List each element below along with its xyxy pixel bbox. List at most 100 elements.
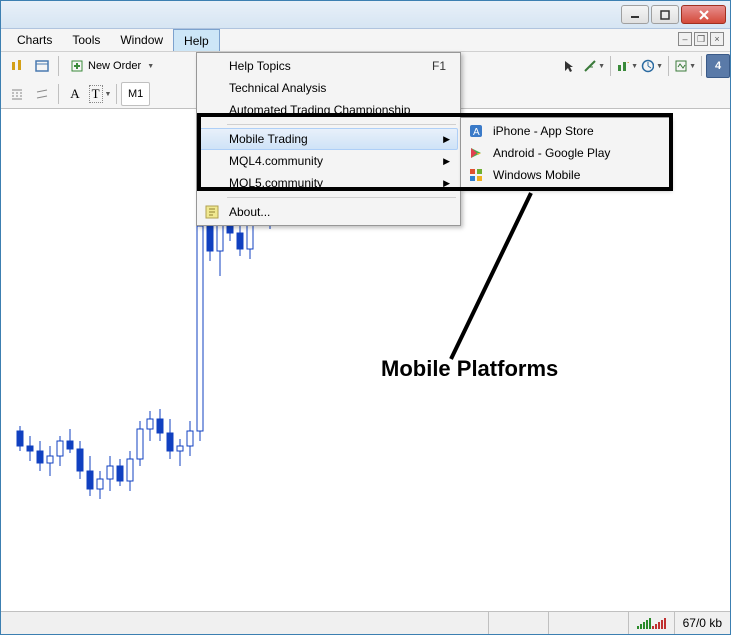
mdi-minimize-button[interactable]: – [678,32,692,46]
maximize-button[interactable] [651,5,679,24]
tb-template[interactable]: ▼ [673,54,697,78]
menu-shortcut: F1 [432,59,446,73]
status-kb-label: 67/0 kb [683,616,722,630]
minimize-button[interactable] [621,5,649,24]
menu-label: About... [229,205,270,219]
app-window: – ❐ × Charts Tools Window Help New Order… [0,0,731,635]
annotation-label: Mobile Platforms [381,356,558,382]
statusbar: 67/0 kb [1,611,730,634]
menu-label: Windows Mobile [493,168,580,182]
toolbar-separator [116,84,117,104]
menu-mobile-trading[interactable]: Mobile Trading ▶ [199,128,458,150]
chart-add-icon: + [616,59,629,73]
toolbar-separator [701,56,702,76]
help-dropdown: Help Topics F1 Technical Analysis Automa… [196,52,461,226]
windows-icon [467,166,485,184]
new-order-button[interactable]: New Order ▼ [63,54,161,78]
close-icon [698,9,710,21]
new-order-icon [70,59,84,73]
menu-tools[interactable]: Tools [62,29,110,51]
chevron-down-icon: ▼ [598,63,605,70]
status-kb: 67/0 kb [674,612,730,634]
maximize-icon [660,10,670,20]
status-seg-empty2 [548,612,628,634]
menu-label: Android - Google Play [493,146,610,160]
badge-number: 4 [715,60,721,72]
equidistant-icon [35,87,49,101]
mdi-close-button[interactable]: × [710,32,724,46]
menu-label: MQL5.community [229,176,323,190]
submenu-android[interactable]: Android - Google Play [463,142,667,164]
toolbar-separator [668,56,669,76]
template-icon [674,59,687,73]
tb-chart-icon[interactable] [5,54,29,78]
menu-label: MQL4.community [229,154,323,168]
timeframe-label: M1 [128,88,143,100]
minimize-icon [630,10,640,20]
window-icon [34,58,50,74]
svg-text:+: + [627,59,629,67]
googleplay-icon [467,144,485,162]
tb-properties-icon[interactable] [30,54,54,78]
arrow-cursor-icon [562,59,576,73]
text-a-label: A [70,86,79,102]
appstore-icon: A [467,122,485,140]
menu-label: Technical Analysis [229,81,326,95]
menu-automated-championship[interactable]: Automated Trading Championship [199,99,458,121]
line-tool-icon [583,59,596,73]
menu-window[interactable]: Window [110,29,173,51]
submenu-arrow-icon: ▶ [443,156,450,167]
text-t-label: T [89,85,103,103]
menu-separator [227,124,456,125]
signal-bars-icon [637,617,666,629]
svg-text:A: A [473,127,480,138]
tb-cursor-icon[interactable] [557,54,581,78]
candlestick-icon [9,58,25,74]
menu-technical-analysis[interactable]: Technical Analysis [199,77,458,99]
menu-label: Automated Trading Championship [229,103,410,117]
submenu-arrow-icon: ▶ [443,178,450,189]
chevron-down-icon: ▼ [631,63,638,70]
mdi-restore-button[interactable]: ❐ [694,32,708,46]
toolbar-separator [58,84,59,104]
submenu-windows-mobile[interactable]: Windows Mobile [463,164,667,186]
menu-mql5-community[interactable]: MQL5.community ▶ [199,172,458,194]
submenu-arrow-icon: ▶ [443,134,450,145]
chevron-down-icon: ▼ [105,91,112,98]
new-order-label: New Order [88,60,141,72]
chevron-down-icon: ▼ [689,63,696,70]
about-icon [203,203,221,221]
tb-text-a[interactable]: A [63,82,87,106]
tb-badge[interactable]: 4 [706,54,730,78]
chevron-down-icon: ▼ [147,63,154,70]
menu-charts[interactable]: Charts [7,29,62,51]
menu-label: iPhone - App Store [493,124,594,138]
toolbar-separator [58,56,59,76]
menu-help[interactable]: Help [173,29,220,51]
tb-period[interactable]: ▼ [640,54,664,78]
menu-help-topics[interactable]: Help Topics F1 [199,55,458,77]
tb-tool2[interactable]: ▼ [582,54,606,78]
clock-icon [641,59,654,73]
submenu-iphone[interactable]: A iPhone - App Store [463,120,667,142]
toolbar-separator [610,56,611,76]
chevron-down-icon: ▼ [656,63,663,70]
menu-label: Mobile Trading [229,132,308,146]
menu-about[interactable]: About... [199,201,458,223]
mobile-trading-submenu: A iPhone - App Store Android - Google Pl… [460,117,670,189]
menu-label: Help Topics [229,59,291,73]
close-button[interactable] [681,5,726,24]
menu-separator [227,197,456,198]
menu-mql4-community[interactable]: MQL4.community ▶ [199,150,458,172]
tb-text-t[interactable]: T▼ [88,82,112,106]
fibonacci-icon [10,87,24,101]
menubar: Charts Tools Window Help [1,29,730,52]
titlebar [1,1,730,29]
tb-tool3[interactable]: +▼ [615,54,639,78]
tb-drawline[interactable] [30,82,54,106]
status-connection [628,612,674,634]
tb-fib-icon[interactable] [5,82,29,106]
timeframe-m1[interactable]: M1 [121,82,150,106]
status-seg-empty1 [488,612,548,634]
mdi-controls: – ❐ × [678,32,724,46]
